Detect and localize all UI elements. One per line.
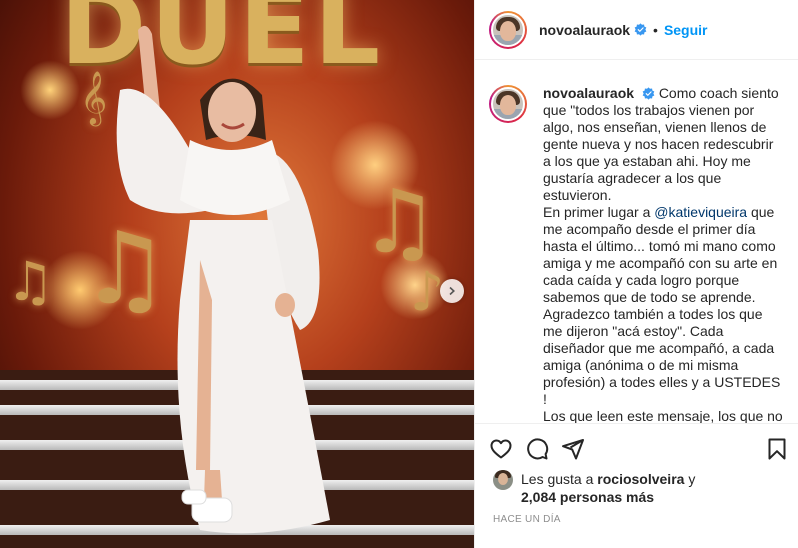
like-button[interactable] [489,434,525,464]
likes-prefix: Les gusta a [521,471,598,487]
caption-text: novoalauraok Como coach siento que "todo… [543,85,785,423]
caption-section[interactable]: novoalauraok Como coach siento que "todo… [475,61,798,423]
likes-text: Les gusta a rociosolveira y 2,084 person… [521,470,695,506]
share-button[interactable] [561,434,597,464]
separator-dot: • [653,21,658,38]
action-bar [475,423,798,475]
follow-button[interactable]: Seguir [664,22,708,38]
heart-icon [490,439,512,459]
caption-p2-before: En primer lugar a [543,204,655,220]
paper-plane-icon [562,439,584,460]
author-avatar[interactable] [489,10,527,49]
post-header: novoalauraok • Seguir [475,0,798,60]
woman-in-white-dress [116,25,330,534]
caption-p4: Los que leen este mensaje, los que no [543,408,783,423]
caption-mention-link[interactable]: @katieviqueira [654,204,747,220]
likes-summary: Les gusta a rociosolveira y 2,084 person… [493,470,793,506]
comment-icon [527,438,549,460]
comment-button[interactable] [525,434,561,464]
likes-connector: y [684,471,696,487]
liker-username[interactable]: rociosolveira [597,471,684,487]
post-side-panel: novoalauraok • Seguir novoalauraok Como … [474,0,798,548]
caption-p3: Agradezco también a todes los que me dij… [543,306,781,407]
verified-badge-icon [634,23,647,36]
caption-author-avatar[interactable] [489,85,527,123]
avatar-image [491,12,525,47]
chevron-right-icon [449,286,455,296]
post-timestamp[interactable]: HACE UN DÍA [493,514,561,525]
bookmark-icon [768,438,786,460]
caption-username[interactable]: novoalauraok [543,85,634,101]
verified-badge-icon [642,87,655,100]
save-button[interactable] [759,434,789,464]
caption-intro: Como coach siento que "todos los trabajo… [543,85,779,203]
avatar-image [491,87,525,121]
liker-avatar[interactable] [493,470,513,490]
carousel-next-button[interactable] [440,279,464,303]
likes-count-link[interactable]: 2,084 personas más [521,489,654,505]
author-username[interactable]: novoalauraok [539,22,630,38]
post-photo[interactable]: DUEL 𝄞 ♫ ♫ ♫ ♪ [0,0,474,548]
